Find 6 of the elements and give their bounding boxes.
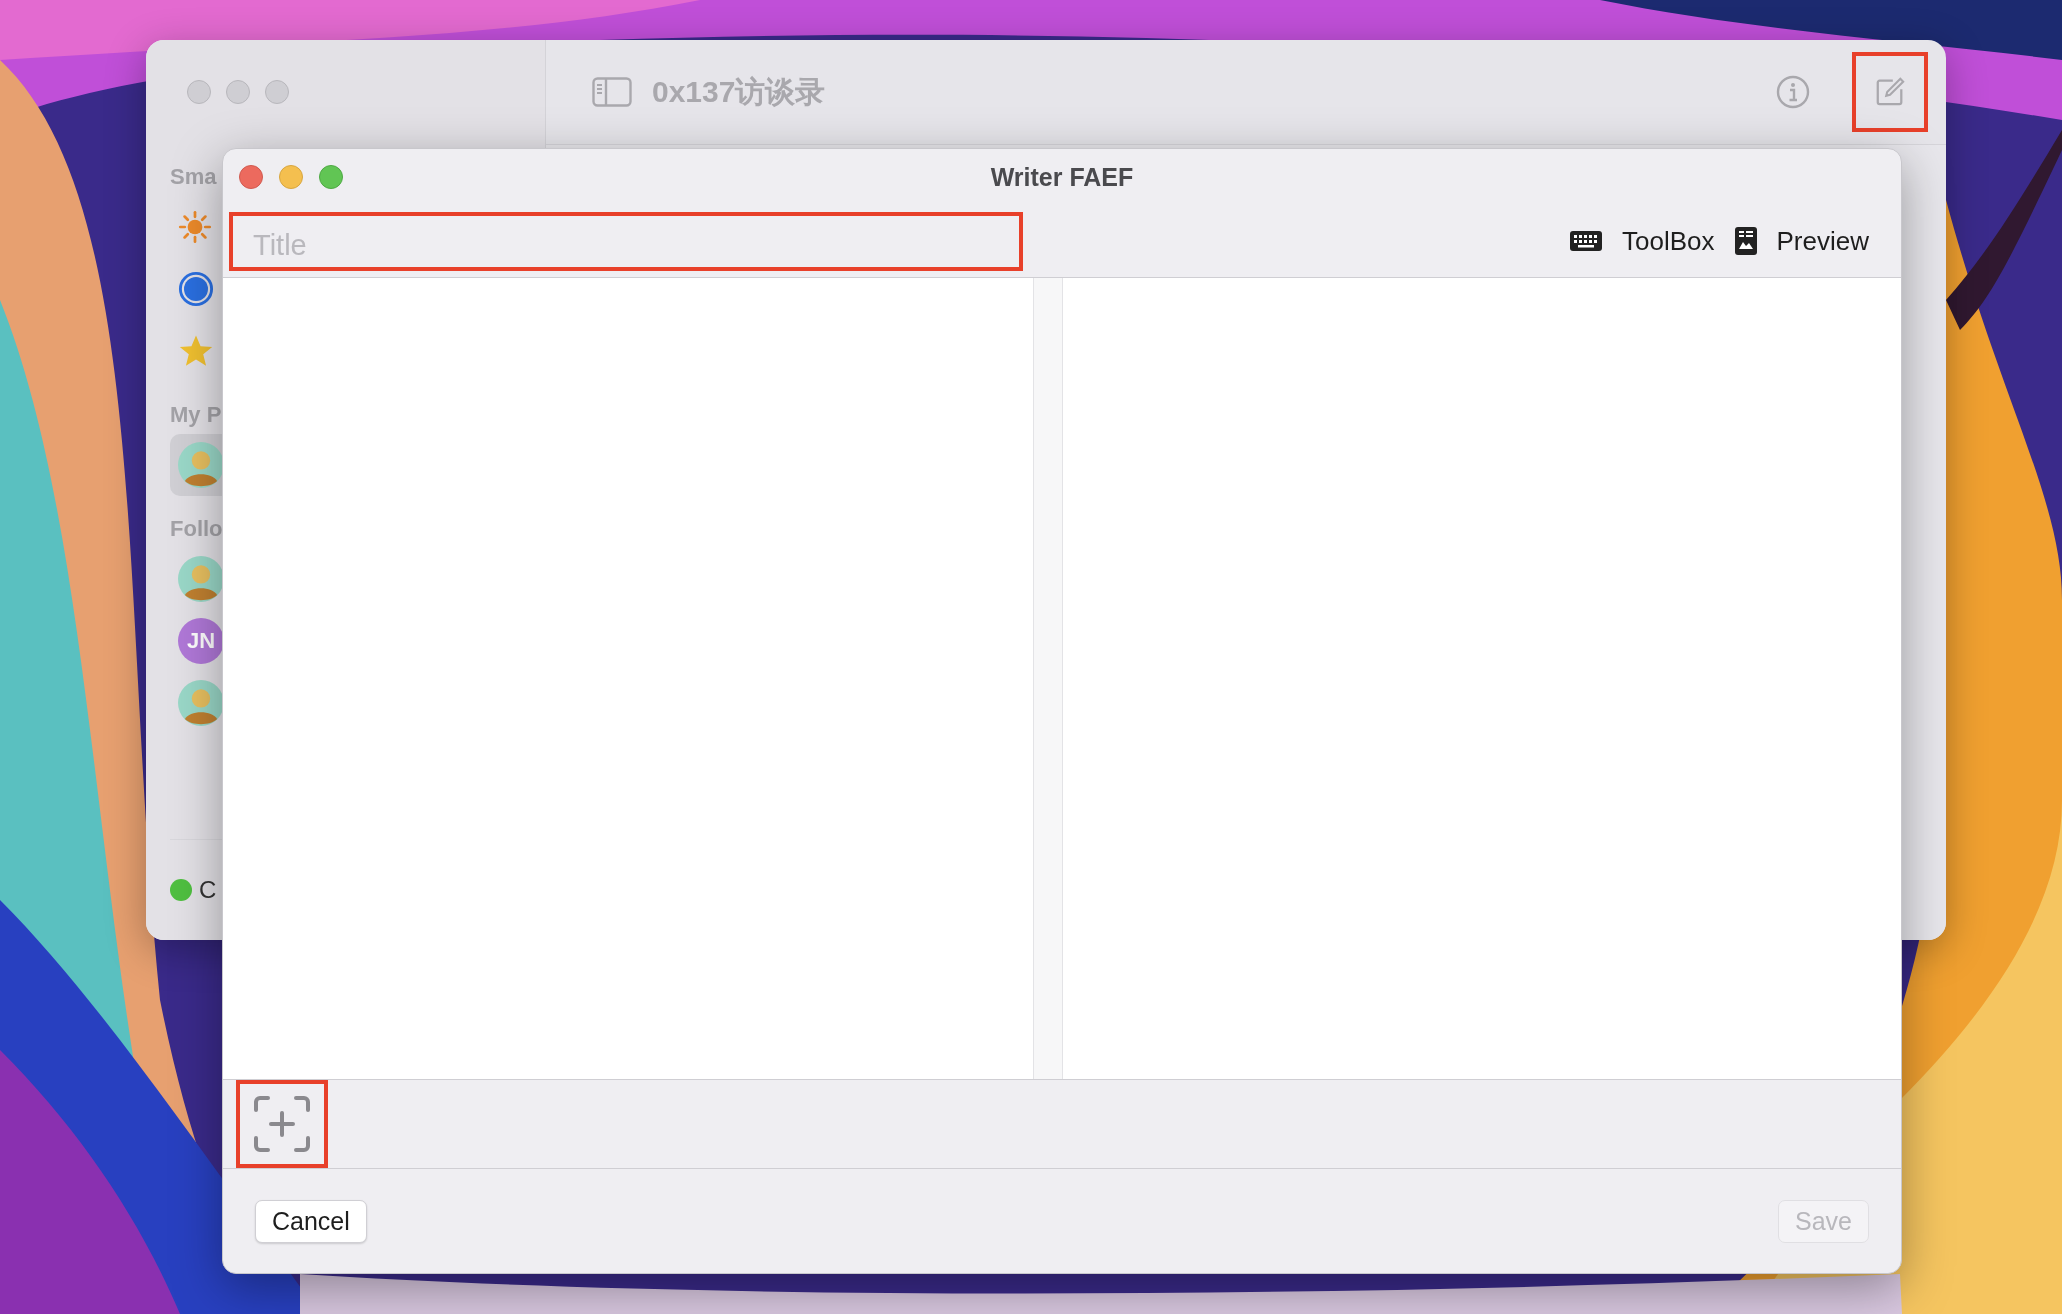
- section-heading: My P: [170, 401, 222, 428]
- window-title: Writer FAEF: [989, 163, 1135, 192]
- window-title: 0x137访谈录: [652, 73, 826, 110]
- section-heading: Follo: [170, 515, 223, 542]
- status-label: C: [199, 876, 217, 904]
- section-heading: Sma: [170, 163, 217, 190]
